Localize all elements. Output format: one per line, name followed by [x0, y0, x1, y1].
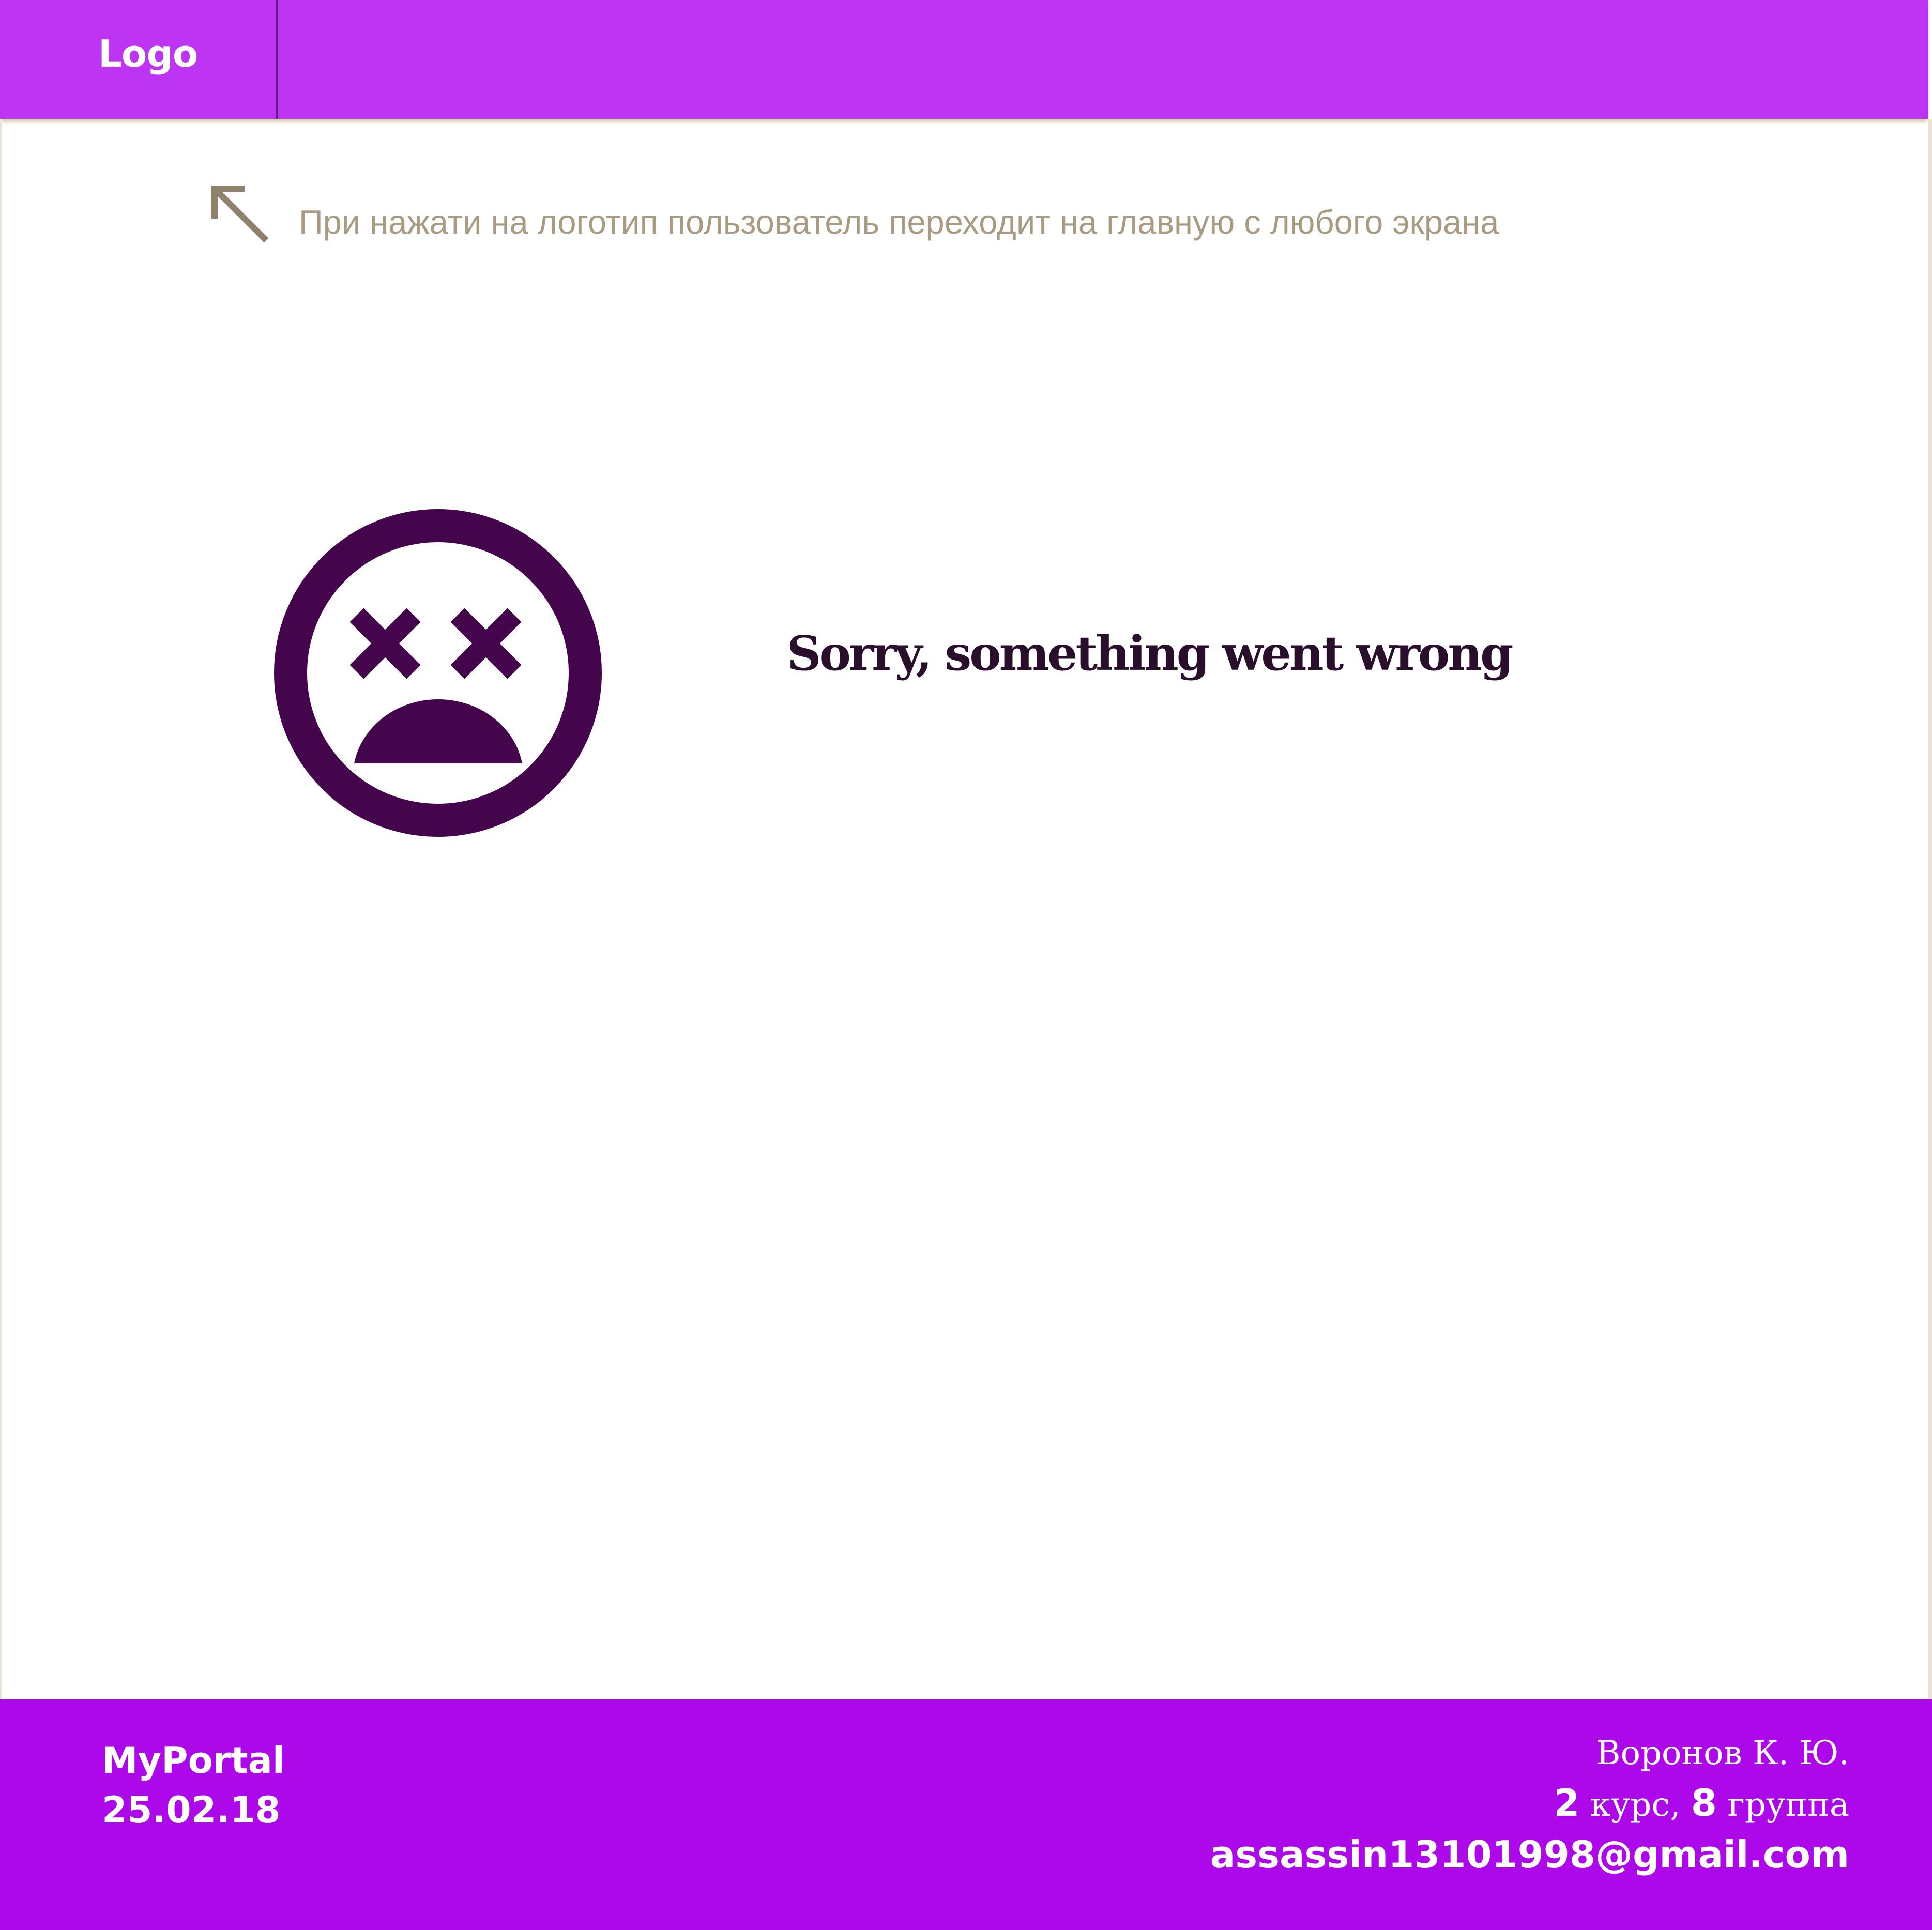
page: Logo При нажати на логотип пользователь … — [0, 0, 1932, 1930]
footer-bar: MyPortal 25.02.18 Воронов К. Ю. 2 курс, … — [0, 1699, 1932, 1930]
footer-course-number: 2 — [1554, 1781, 1580, 1825]
footer-group-number: 8 — [1691, 1781, 1717, 1825]
footer-author-name: Воронов К. Ю. — [1596, 1734, 1849, 1772]
footer-group-word: группа — [1727, 1786, 1849, 1824]
left-border — [0, 119, 2, 1701]
right-border — [1928, 119, 1932, 1701]
error-title: Sorry, something went wrong — [787, 625, 1513, 681]
footer-course-group: 2 курс, 8 группа — [1210, 1778, 1849, 1830]
footer-course-word: курс, — [1590, 1786, 1681, 1824]
footer-site-name: MyPortal — [102, 1739, 285, 1782]
footer-date: 25.02.18 — [102, 1789, 281, 1831]
logo-label: Logo — [98, 32, 198, 75]
logo-hint-text: При нажати на логотип пользователь перех… — [299, 203, 1499, 241]
logo-button[interactable]: Logo — [0, 0, 278, 119]
dead-face-icon — [274, 509, 602, 837]
footer-email-link[interactable]: assassin13101998@gmail.com — [1210, 1830, 1849, 1879]
footer-author-info: Воронов К. Ю. 2 курс, 8 группа assassin1… — [1210, 1728, 1849, 1879]
footer-site-info: MyPortal 25.02.18 — [102, 1736, 285, 1835]
arrow-up-left-icon — [211, 186, 269, 243]
header-bar: Logo — [0, 0, 1928, 119]
